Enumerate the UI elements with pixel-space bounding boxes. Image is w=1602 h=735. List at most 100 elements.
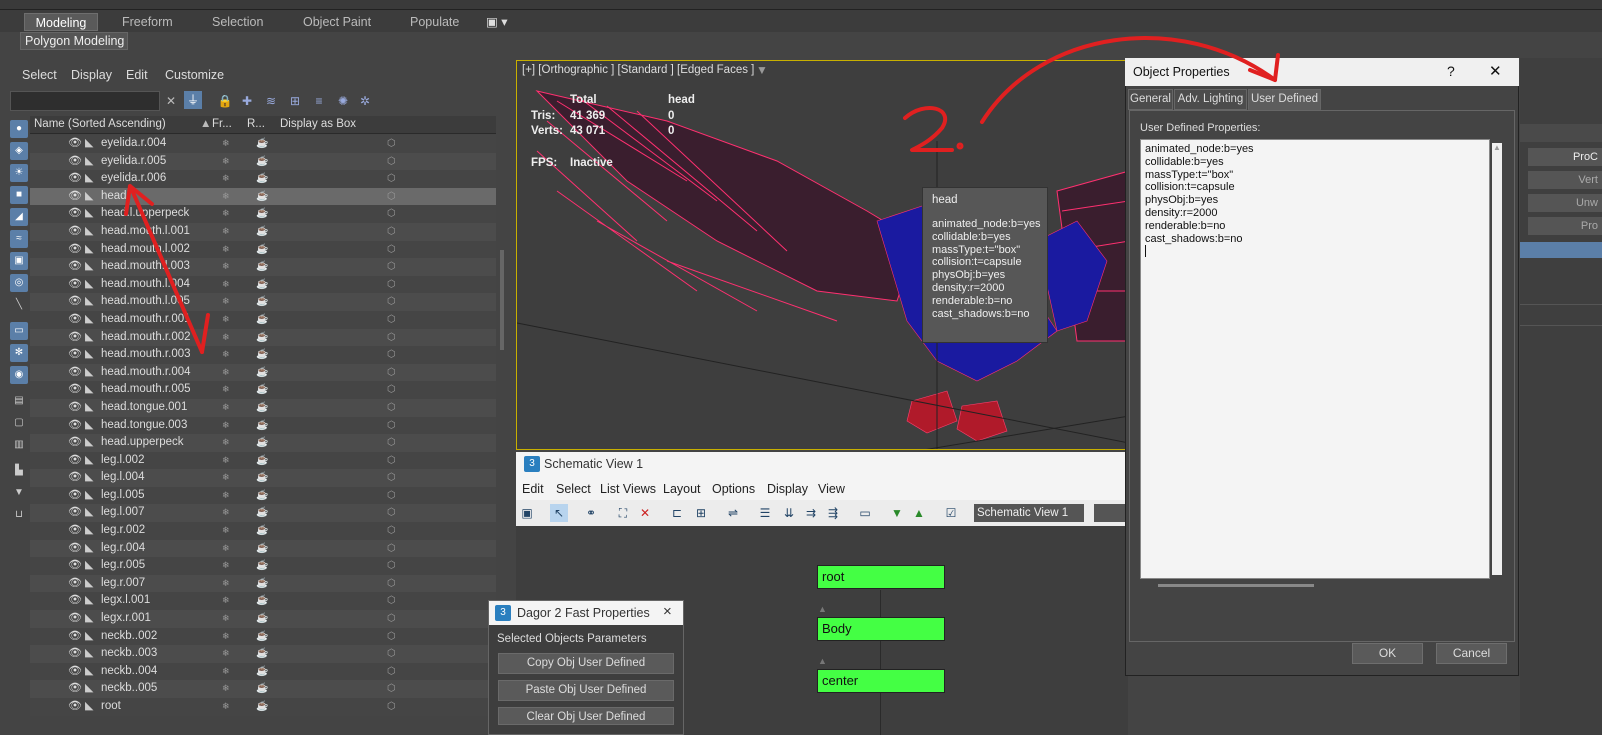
freeze-icon[interactable]: ❄ [222,205,230,223]
render-teapot-icon[interactable]: ☕ [256,610,268,628]
scene-row[interactable]: 👁 ◣ head.mouth.l.004 ❄ ☕ ⬡ [30,275,496,294]
visibility-eye-icon[interactable]: 👁 [68,170,82,188]
group-filter-icon[interactable]: ▣ [10,252,28,270]
render-teapot-icon[interactable]: ☕ [256,663,268,681]
render-teapot-icon[interactable]: ☕ [256,628,268,646]
schem-menu-select[interactable]: Select [556,482,591,496]
visibility-eye-icon[interactable]: 👁 [68,504,82,522]
cancel-button[interactable]: Cancel [1436,643,1507,664]
display-box-icon[interactable]: ⬡ [387,311,396,329]
freeze-icon[interactable]: ❄ [222,452,230,470]
visibility-eye-icon[interactable]: 👁 [68,346,82,364]
scene-row[interactable]: 👁 ◣ head.tongue.003 ❄ ☕ ⬡ [30,416,496,435]
render-teapot-icon[interactable]: ☕ [256,223,268,241]
viewport-filter-icon[interactable]: ▼ [756,63,768,77]
visibility-filter-icon[interactable]: ◉ [10,366,28,384]
scene-row[interactable]: 👁 ◣ leg.l.002 ❄ ☕ ⬡ [30,451,496,470]
visibility-eye-icon[interactable]: 👁 [68,399,82,417]
container-filter-icon[interactable]: ▭ [10,322,28,340]
freeze-icon[interactable]: ❄ [222,417,230,435]
visibility-eye-icon[interactable]: 👁 [68,276,82,294]
display-box-icon[interactable]: ⬡ [387,680,396,698]
display-box-icon[interactable]: ⬡ [387,540,396,558]
scene-row[interactable]: 👁 ◣ neckb..005 ❄ ☕ ⬡ [30,680,496,698]
textarea-vertical-scrollbar[interactable]: ▲ [1492,143,1502,575]
visibility-eye-icon[interactable]: 👁 [68,205,82,223]
notes-icon[interactable]: ▥ [10,436,28,454]
visibility-eye-icon[interactable]: 👁 [68,469,82,487]
close-icon[interactable]: ✕ [1489,62,1502,80]
render-teapot-icon[interactable]: ☕ [256,434,268,452]
freeze-icon[interactable]: ❄ [222,434,230,452]
scene-row[interactable]: 👁 ◣ eyelida.r.006 ❄ ☕ ⬡ [30,170,496,188]
visibility-eye-icon[interactable]: 👁 [68,258,82,276]
ribbon-tab-populate[interactable]: Populate [410,13,459,31]
scene-row[interactable]: 👁 ◣ head.tongue.001 ❄ ☕ ⬡ [30,398,496,417]
freeze-icon[interactable]: ❄ [222,680,230,698]
render-teapot-icon[interactable]: ☕ [256,399,268,417]
display-box-icon[interactable]: ⬡ [387,610,396,628]
freeze-icon[interactable]: ❄ [222,293,230,311]
freeze-icon[interactable]: ❄ [222,645,230,663]
render-teapot-icon[interactable]: ☕ [256,469,268,487]
scene-row[interactable]: 👁 ◣ head.mouth.r.003 ❄ ☕ ⬡ [30,346,496,364]
scene-search-input[interactable] [10,91,160,111]
expand-icon[interactable]: ⇉ [802,504,820,522]
schematic-node-root[interactable]: root [817,565,945,589]
menu-customize[interactable]: Customize [165,68,224,82]
polygon-modeling-button[interactable]: Polygon Modeling [20,32,128,50]
schem-menu-edit[interactable]: Edit [522,482,544,496]
shape-filter-icon[interactable]: ◈ [10,142,28,160]
render-teapot-icon[interactable]: ☕ [256,680,268,698]
scene-row[interactable]: 👁 ◣ leg.l.004 ❄ ☕ ⬡ [30,469,496,487]
render-teapot-icon[interactable]: ☕ [256,540,268,558]
freeze-icon[interactable]: ❄ [222,698,230,716]
command-btn-proc[interactable]: ProC [1528,148,1602,166]
ok-button[interactable]: OK [1352,643,1423,664]
move-down-icon[interactable]: ▼ [888,504,906,522]
settings-icon[interactable]: ✲ [356,92,374,110]
display-box-icon[interactable]: ⬡ [387,417,396,435]
schem-menu-layout[interactable]: Layout [663,482,701,496]
ribbon-options-icon[interactable]: ▣ ▾ [486,13,508,31]
scene-list-scrollbar[interactable] [500,250,504,350]
visibility-eye-icon[interactable]: 👁 [68,592,82,610]
schem-menu-view[interactable]: View [818,482,845,496]
freeze-icon[interactable]: ❄ [222,399,230,417]
display-box-icon[interactable]: ⬡ [387,628,396,646]
scene-row[interactable]: 👁 ◣ neckb..003 ❄ ☕ ⬡ [30,645,496,663]
arrange-icon[interactable]: ☰ [756,504,774,522]
scene-row[interactable]: 👁 ◣ head ❄ ☕ ⬡ [30,187,496,206]
select-icon[interactable]: ↖ [550,504,568,522]
visibility-eye-icon[interactable]: 👁 [68,557,82,575]
render-teapot-icon[interactable]: ☕ [256,205,268,223]
display-box-icon[interactable]: ⬡ [387,557,396,575]
scene-row[interactable]: 👁 ◣ head.mouth.l.003 ❄ ☕ ⬡ [30,258,496,276]
render-teapot-icon[interactable]: ☕ [256,329,268,347]
render-teapot-icon[interactable]: ☕ [256,346,268,364]
scene-row[interactable]: 👁 ◣ head.mouth.r.001 ❄ ☕ ⬡ [30,310,496,329]
list-icon[interactable]: ▤ [10,392,28,410]
display-box-icon[interactable]: ⬡ [387,522,396,540]
scene-row[interactable]: 👁 ◣ head.upperpeck ❄ ☕ ⬡ [30,434,496,452]
ribbon-tab-object-paint[interactable]: Object Paint [303,13,371,31]
render-teapot-icon[interactable]: ☕ [256,522,268,540]
display-box-icon[interactable]: ⬡ [387,487,396,505]
freeze-icon[interactable]: ❄ [222,663,230,681]
display-box-icon[interactable]: ⬡ [387,698,396,716]
display-box-icon[interactable]: ⬡ [387,452,396,470]
freeze-icon[interactable]: ❄ [222,241,230,259]
freeze-icon[interactable]: ❄ [222,540,230,558]
schem-menu-options[interactable]: Options [712,482,755,496]
display-box-icon[interactable]: ⬡ [387,399,396,417]
schematic-search-field[interactable] [1094,504,1128,522]
lock-icon[interactable]: 🔒 [216,92,234,110]
ribbon-tab-freeform[interactable]: Freeform [122,13,173,31]
freeze-icon[interactable]: ❄ [222,346,230,364]
visibility-eye-icon[interactable]: 👁 [68,135,82,153]
visibility-eye-icon[interactable]: 👁 [68,575,82,593]
tab-adv-lighting[interactable]: Adv. Lighting [1174,89,1247,110]
light-filter-icon[interactable]: ☀ [10,164,28,182]
scene-row[interactable]: 👁 ◣ leg.r.007 ❄ ☕ ⬡ [30,574,496,593]
clear-search-icon[interactable]: ✕ [162,92,180,110]
